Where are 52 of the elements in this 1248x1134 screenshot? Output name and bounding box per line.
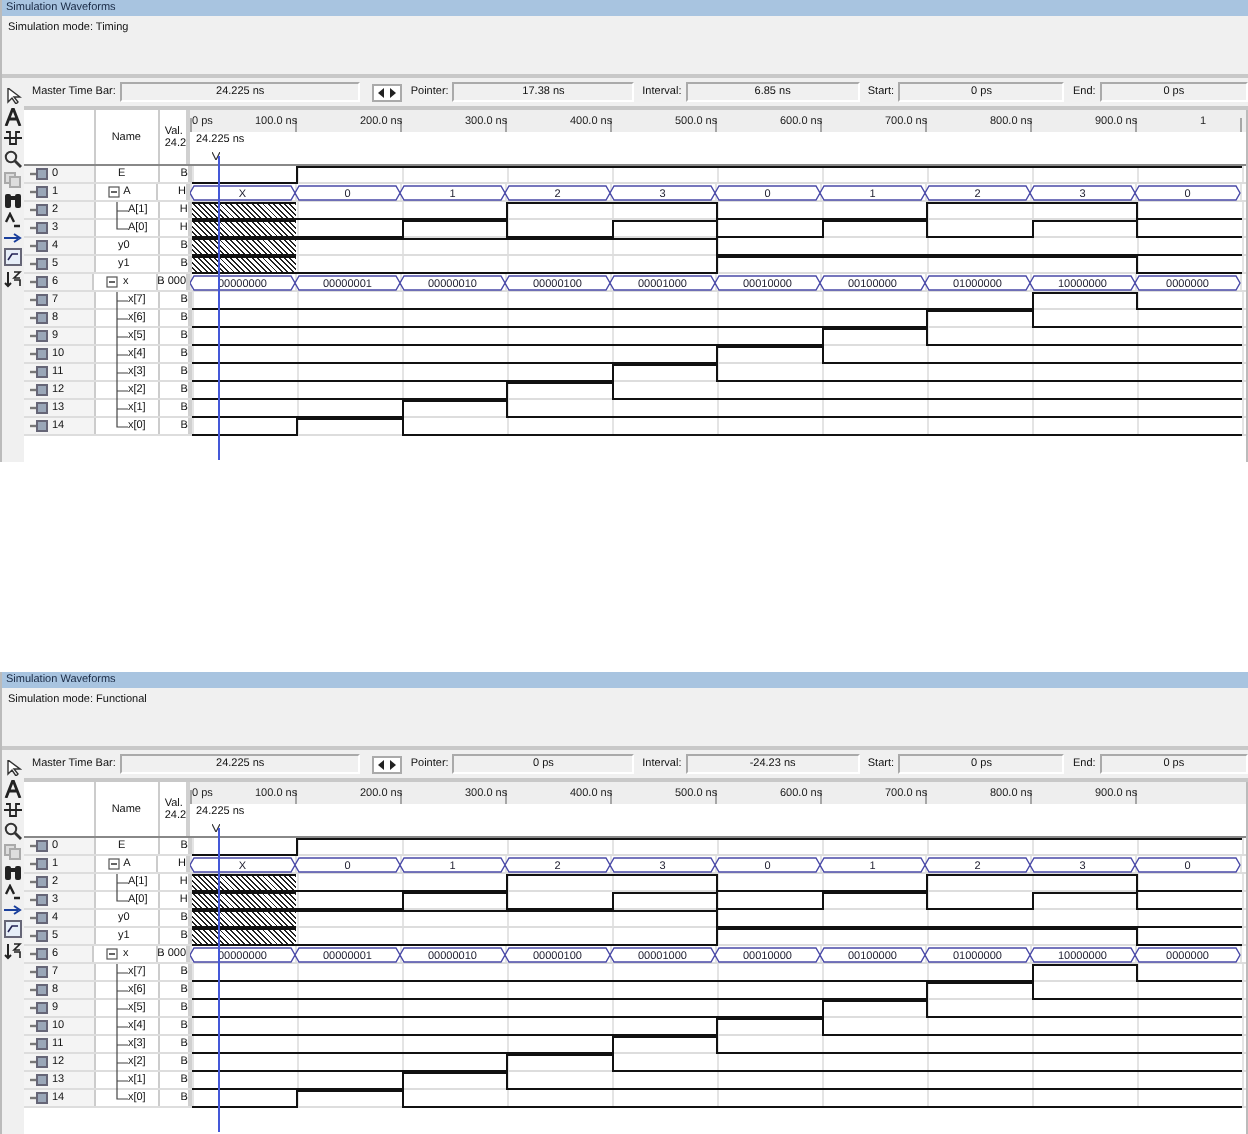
pin-icon <box>30 258 48 270</box>
pin-icon <box>30 1056 48 1068</box>
text-tool-icon[interactable] <box>4 780 22 798</box>
binoculars-icon[interactable] <box>4 864 22 880</box>
pin-icon <box>30 1002 48 1014</box>
pin-icon <box>30 1020 48 1032</box>
time-bar-cursor[interactable] <box>217 156 220 460</box>
pin-icon <box>30 420 48 432</box>
pin-icon <box>30 330 48 342</box>
pin-icon <box>30 1092 48 1104</box>
pin-icon <box>30 222 48 234</box>
sort-icon[interactable] <box>4 942 22 960</box>
pin-icon <box>30 840 48 852</box>
time-bar-marker-icon[interactable] <box>212 152 220 160</box>
pin-icon <box>30 294 48 306</box>
collapse-icon[interactable] <box>107 186 120 198</box>
pin-icon <box>30 186 48 198</box>
pin-icon <box>30 384 48 396</box>
pin-icon <box>30 312 48 324</box>
collapse-icon[interactable] <box>106 276 119 288</box>
waveform-edit-icon[interactable] <box>4 802 22 818</box>
pin-icon <box>30 1038 48 1050</box>
pin-icon <box>30 876 48 888</box>
time-bar-marker-icon[interactable] <box>212 824 220 832</box>
collapse-icon[interactable] <box>106 948 119 960</box>
pin-icon <box>30 348 48 360</box>
sort-icon[interactable] <box>4 270 22 288</box>
zoom-icon[interactable] <box>4 150 22 168</box>
collapse-icon[interactable] <box>107 858 120 870</box>
pin-icon <box>30 1074 48 1086</box>
pin-icon <box>30 966 48 978</box>
pointer-tool-icon[interactable] <box>5 760 21 776</box>
pin-icon <box>30 204 48 216</box>
text-tool-icon[interactable] <box>4 108 22 126</box>
binoculars-icon[interactable] <box>4 192 22 208</box>
pin-icon <box>30 402 48 414</box>
arrow-icon[interactable] <box>4 904 22 916</box>
time-bar-cursor[interactable] <box>217 828 220 1132</box>
waveform-edit-icon[interactable] <box>4 130 22 146</box>
pin-icon <box>30 912 48 924</box>
pin-icon <box>30 366 48 378</box>
zoom-icon[interactable] <box>4 822 22 840</box>
pin-icon <box>30 984 48 996</box>
pin-icon <box>30 948 48 960</box>
pin-icon <box>30 894 48 906</box>
pointer-tool-icon[interactable] <box>5 88 21 104</box>
arrow-icon[interactable] <box>4 232 22 244</box>
pin-icon <box>30 858 48 870</box>
pin-icon <box>30 930 48 942</box>
pin-icon <box>30 240 48 252</box>
pin-icon <box>30 276 48 288</box>
pin-icon <box>30 168 48 180</box>
